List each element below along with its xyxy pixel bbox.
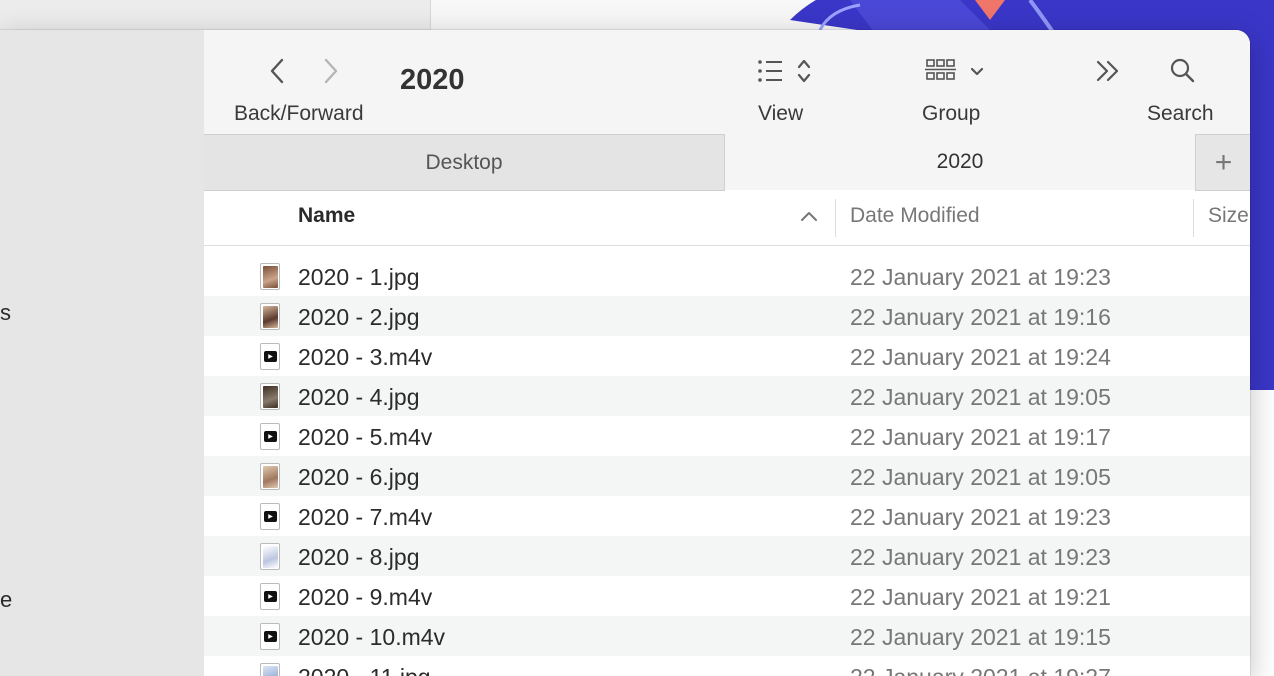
window-title: 2020 xyxy=(400,64,465,96)
sidebar-item-fragment[interactable]: s xyxy=(0,300,11,326)
view-label: View xyxy=(758,102,804,125)
image-file-icon xyxy=(260,463,282,491)
file-name[interactable]: 2020 - 10.m4v xyxy=(298,624,445,651)
video-file-icon: ▶ xyxy=(260,583,282,611)
search-icon xyxy=(1170,58,1195,83)
sidebar: s e xyxy=(0,30,204,676)
toolbar: Back/Forward 2020 View Group Search xyxy=(204,30,1250,134)
file-row[interactable]: ▶ 2020 - 3.m4v 22 January 2021 at 19:24 xyxy=(204,336,1250,376)
video-file-icon: ▶ xyxy=(260,623,282,651)
view-button[interactable] xyxy=(756,56,818,91)
search-button[interactable] xyxy=(1168,56,1198,91)
chevron-left-icon xyxy=(270,58,284,84)
tab-bar: Desktop 2020 + xyxy=(204,134,1250,191)
file-date-modified: 22 January 2021 at 19:05 xyxy=(850,384,1111,410)
column-name-header[interactable]: Name xyxy=(298,204,355,228)
file-name[interactable]: 2020 - 11.jpg xyxy=(298,664,431,676)
video-file-icon: ▶ xyxy=(260,343,282,371)
tab-2020[interactable]: 2020 xyxy=(725,134,1195,190)
file-name[interactable]: 2020 - 5.m4v xyxy=(298,424,432,451)
file-date-modified: 22 January 2021 at 19:23 xyxy=(850,504,1111,530)
file-list: 2020 - 1.jpg 22 January 2021 at 19:23 2020… xyxy=(204,246,1250,676)
sort-ascending-icon xyxy=(800,209,818,228)
more-toolbar-button[interactable] xyxy=(1094,56,1124,91)
finder-window: s e Back/Forward 2020 View Group Search … xyxy=(0,30,1250,676)
file-row[interactable]: ▶ 2020 - 5.m4v 22 January 2021 at 19:17 xyxy=(204,416,1250,456)
column-size-header[interactable]: Size xyxy=(1208,204,1249,228)
group-grid-icon xyxy=(925,59,984,80)
back-button[interactable] xyxy=(266,56,290,91)
plus-icon: + xyxy=(1214,145,1233,179)
file-name[interactable]: 2020 - 2.jpg xyxy=(298,304,419,331)
file-name[interactable]: 2020 - 1.jpg xyxy=(298,264,419,291)
column-divider[interactable] xyxy=(1193,199,1194,237)
file-row[interactable]: 2020 - 2.jpg 22 January 2021 at 19:16 xyxy=(204,296,1250,336)
desktop-background-left xyxy=(0,0,431,30)
image-file-icon xyxy=(260,263,282,291)
forward-button[interactable] xyxy=(318,56,342,91)
file-date-modified: 22 January 2021 at 19:23 xyxy=(850,264,1111,290)
file-row[interactable]: ▶ 2020 - 7.m4v 22 January 2021 at 19:23 xyxy=(204,496,1250,536)
group-button[interactable] xyxy=(925,56,991,91)
file-row[interactable]: ▶ 2020 - 10.m4v 22 January 2021 at 19:15 xyxy=(204,616,1250,656)
search-label: Search xyxy=(1147,102,1214,125)
file-row[interactable]: 2020 - 6.jpg 22 January 2021 at 19:05 xyxy=(204,456,1250,496)
group-label: Group xyxy=(922,102,981,125)
list-view-icon xyxy=(758,59,811,83)
image-file-icon xyxy=(260,543,282,571)
file-name[interactable]: 2020 - 8.jpg xyxy=(298,544,419,571)
back-forward-label: Back/Forward xyxy=(234,102,364,125)
file-date-modified: 22 January 2021 at 19:15 xyxy=(850,624,1111,650)
file-name[interactable]: 2020 - 3.m4v xyxy=(298,344,432,371)
file-date-modified: 22 January 2021 at 19:16 xyxy=(850,304,1111,330)
file-date-modified: 22 January 2021 at 19:05 xyxy=(850,464,1111,490)
file-row[interactable]: ▶ 2020 - 9.m4v 22 January 2021 at 19:21 xyxy=(204,576,1250,616)
sidebar-item-fragment[interactable]: e xyxy=(0,587,12,613)
image-file-icon xyxy=(260,383,282,411)
tab-desktop[interactable]: Desktop xyxy=(204,134,725,191)
video-file-icon: ▶ xyxy=(260,423,282,451)
add-tab-button[interactable]: + xyxy=(1195,134,1250,191)
video-file-icon: ▶ xyxy=(260,503,282,531)
file-row[interactable]: 2020 - 11.jpg 22 January 2021 at 19:27 xyxy=(204,656,1250,676)
file-row[interactable]: 2020 - 1.jpg 22 January 2021 at 19:23 xyxy=(204,256,1250,296)
file-name[interactable]: 2020 - 4.jpg xyxy=(298,384,419,411)
file-date-modified: 22 January 2021 at 19:23 xyxy=(850,544,1111,570)
column-divider[interactable] xyxy=(835,199,836,237)
file-name[interactable]: 2020 - 6.jpg xyxy=(298,464,419,491)
file-name[interactable]: 2020 - 9.m4v xyxy=(298,584,432,611)
chevron-right-icon xyxy=(324,58,338,84)
file-row[interactable]: 2020 - 4.jpg 22 January 2021 at 19:05 xyxy=(204,376,1250,416)
file-date-modified: 22 January 2021 at 19:17 xyxy=(850,424,1111,450)
file-date-modified: 22 January 2021 at 19:24 xyxy=(850,344,1111,370)
column-header: Name Date Modified Size xyxy=(204,191,1250,246)
file-date-modified: 22 January 2021 at 19:27 xyxy=(850,664,1111,676)
file-name[interactable]: 2020 - 7.m4v xyxy=(298,504,432,531)
file-row[interactable]: 2020 - 8.jpg 22 January 2021 at 19:23 xyxy=(204,536,1250,576)
image-file-icon xyxy=(260,663,282,676)
column-date-modified-header[interactable]: Date Modified xyxy=(850,204,980,228)
image-file-icon xyxy=(260,303,282,331)
double-chevron-right-icon xyxy=(1096,60,1119,82)
file-date-modified: 22 January 2021 at 19:21 xyxy=(850,584,1111,610)
